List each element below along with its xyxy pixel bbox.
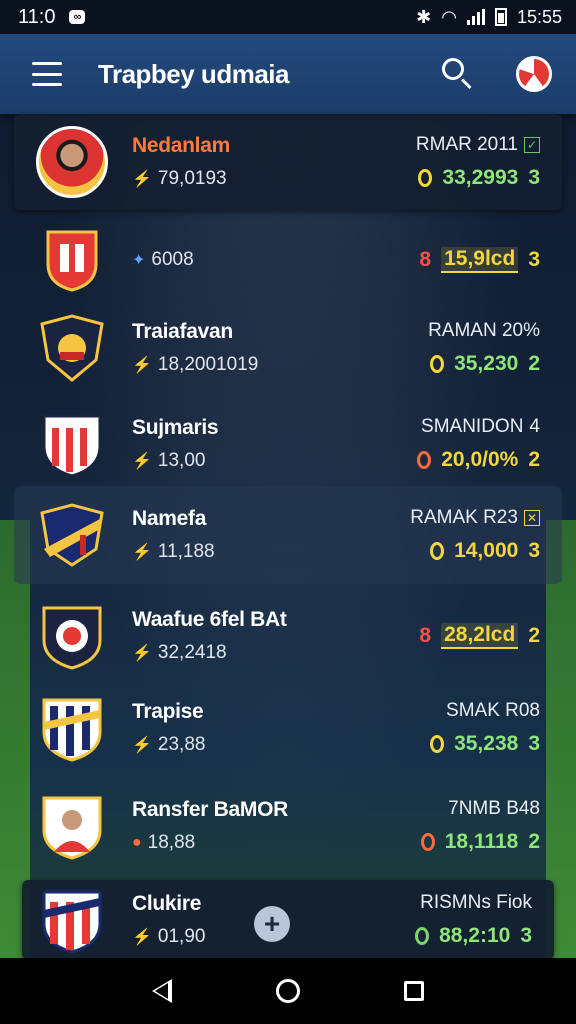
stat-value: 88,2:10 xyxy=(439,924,511,947)
team-sub-value: 11,188 xyxy=(157,541,215,562)
stat-value: 28,2lcd xyxy=(441,623,519,649)
team-sub-value: 13,00 xyxy=(157,450,206,471)
status-bar: 11:0 ∞ ✱ ◠ 15:55 xyxy=(0,0,576,34)
rank-number: 2 xyxy=(528,352,540,375)
stat-value: 18,1118 xyxy=(444,830,519,853)
stat-value: 14,000 xyxy=(454,539,519,562)
team-name: Sujmaris xyxy=(132,416,219,439)
stat-label: RMAR 2011 xyxy=(415,134,518,155)
list-item[interactable]: Waafue 6fel BAt ⚡ 32,2418 8 28,2lcd 2 xyxy=(14,588,562,684)
team-crest xyxy=(36,600,108,672)
team-name: Waafue 6fel BAt xyxy=(132,608,287,631)
list-item[interactable]: Nedanlam ⚡ 79,0193 RMAR 2011 ✓ 33,2993 3 xyxy=(14,114,562,210)
system-nav-bar xyxy=(0,958,576,1024)
rank-number: 3 xyxy=(528,166,540,189)
team-crest xyxy=(36,312,108,384)
stat-value: 20,0/0% xyxy=(441,448,519,471)
team-crest xyxy=(36,224,108,296)
recents-icon[interactable] xyxy=(404,981,424,1001)
team-sub-value: 18,88 xyxy=(147,832,196,853)
home-icon[interactable] xyxy=(276,979,300,1003)
team-crest xyxy=(36,884,108,956)
list-item[interactable]: Trapise ⚡ 23,88 SMAK R08 35,238 3 xyxy=(14,680,562,776)
stat-value: 33,2993 xyxy=(442,166,519,189)
add-button[interactable]: + xyxy=(254,906,290,942)
team-name: Nedanlam xyxy=(132,134,230,157)
bolt-icon: ● xyxy=(132,834,142,851)
team-name: Trapise xyxy=(132,700,204,723)
team-name: Ransfer BaMOR xyxy=(132,798,288,821)
app-title: Trapbey udmaia xyxy=(98,58,289,89)
red-count: 8 xyxy=(419,624,432,647)
team-sub-value: 32,2418 xyxy=(157,642,227,663)
team-sub-value: 18,2001019 xyxy=(157,354,259,375)
check-icon: ✓ xyxy=(523,137,540,153)
list-item[interactable]: Namefa ⚡ 11,188 RAMAK R23 ✕ 14,000 3 xyxy=(14,486,562,584)
stat-value: 35,230 xyxy=(454,352,519,375)
stat-label: SMANIDON xyxy=(421,416,524,437)
coin-icon xyxy=(417,451,432,469)
wifi-icon: ◠ xyxy=(441,6,457,27)
menu-icon[interactable] xyxy=(32,62,62,86)
bolt-icon: ⚡ xyxy=(132,544,152,561)
stat-extra: 4 xyxy=(529,416,540,437)
player-avatar xyxy=(36,126,108,198)
list-item[interactable]: Clukire ⚡ 01,90 + RISMNs Fiok 88,2:10 3 xyxy=(22,880,554,960)
stat-label: RISMNs Fiok xyxy=(420,892,532,913)
stat-label: RAMAN 20% xyxy=(428,320,540,341)
team-crest xyxy=(36,692,108,764)
rank-number: 3 xyxy=(528,248,540,271)
team-name: Traiafavan xyxy=(132,320,233,343)
list-item[interactable]: Traiafavan ⚡ 18,2001019 RAMAN 20% 35,230 2 xyxy=(14,300,562,396)
check-icon: ✕ xyxy=(523,510,540,526)
status-right-time: 15:55 xyxy=(516,6,562,27)
app-bar: Trapbey udmaia xyxy=(0,34,576,114)
stat-label: RAMAK R23 xyxy=(410,507,518,528)
coin-icon xyxy=(420,833,435,851)
list-item[interactable]: Sujmaris ⚡ 13,00 SMANIDON 4 20,0/0% 2 xyxy=(14,396,562,492)
rank-number: 3 xyxy=(528,539,540,562)
team-sub-value: 01,90 xyxy=(157,926,206,947)
rank-number: 3 xyxy=(520,924,532,947)
back-icon[interactable] xyxy=(152,979,172,1003)
bolt-icon: ⚡ xyxy=(132,171,152,188)
notification-badge: ∞ xyxy=(69,10,86,24)
team-crest xyxy=(36,499,108,571)
coin-icon xyxy=(430,735,445,753)
search-icon[interactable] xyxy=(440,56,476,92)
team-name: Namefa xyxy=(132,507,207,530)
coin-icon xyxy=(415,927,430,945)
team-crest xyxy=(36,408,108,480)
stat-label: 7NMB B48 xyxy=(448,798,540,819)
team-crest xyxy=(36,790,108,862)
signal-icon xyxy=(466,9,485,25)
bolt-icon: ⚡ xyxy=(132,737,152,754)
status-time: 11:0 xyxy=(18,5,56,28)
team-sub-value: 79,0193 xyxy=(157,168,227,189)
stat-label: SMAK R08 xyxy=(446,700,540,721)
team-sub-value: 23,88 xyxy=(157,734,206,755)
list-item[interactable]: ✦ 6008 8 15,9lcd 3 xyxy=(14,220,562,300)
bolt-icon: ⚡ xyxy=(132,357,152,374)
app-logo-icon[interactable] xyxy=(516,56,552,92)
rank-number: 2 xyxy=(528,830,540,853)
bolt-icon: ⚡ xyxy=(132,453,152,470)
stat-value: 15,9lcd xyxy=(441,247,519,273)
coin-icon xyxy=(430,355,445,373)
coin-icon xyxy=(418,169,433,187)
team-list: Nedanlam ⚡ 79,0193 RMAR 2011 ✓ 33,2993 3 ✦ 6… xyxy=(14,114,562,960)
red-count: 8 xyxy=(419,248,432,271)
bluetooth-icon: ✱ xyxy=(416,6,432,27)
list-item[interactable]: Ransfer BaMOR ● 18,88 7NMB B48 18,1118 2 xyxy=(14,778,562,874)
rank-number: 2 xyxy=(528,448,540,471)
rank-number: 3 xyxy=(528,732,540,755)
bolt-icon: ⚡ xyxy=(132,645,152,662)
team-sub-value: 6008 xyxy=(151,249,194,270)
bolt-icon: ⚡ xyxy=(132,929,152,946)
coin-icon xyxy=(430,542,445,560)
star-icon: ✦ xyxy=(132,252,146,269)
rank-number: 2 xyxy=(528,624,540,647)
battery-icon xyxy=(494,8,507,26)
stat-value: 35,238 xyxy=(454,732,519,755)
